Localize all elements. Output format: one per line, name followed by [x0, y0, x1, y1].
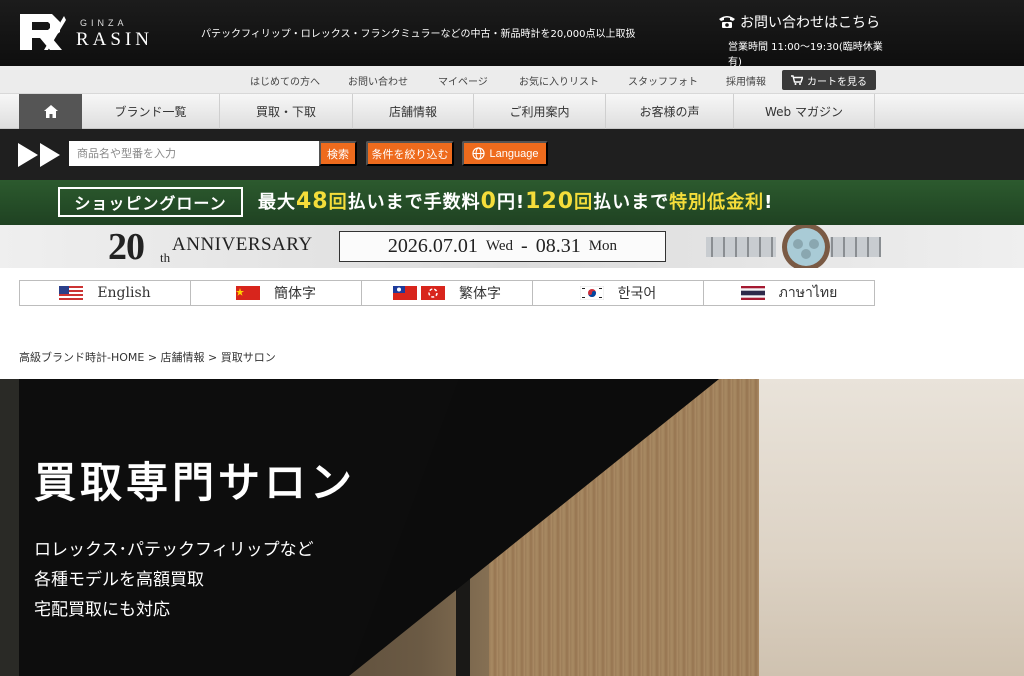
nav-home-button[interactable] [19, 94, 82, 129]
lang-thai-label: ภาษาไทย [778, 285, 838, 301]
nav-item-buyback[interactable]: 買取・下取 [219, 94, 352, 129]
util-link-mypage[interactable]: マイページ [438, 73, 488, 88]
util-link-staff-photo[interactable]: スタッフフォト [628, 73, 698, 88]
contact-label: お問い合わせはこちら [740, 15, 880, 31]
lang-simplified-label: 簡体字 [274, 286, 316, 302]
cart-label: カートを見る [807, 76, 867, 88]
anniversary-number: 20 [108, 226, 145, 268]
hongkong-flag-icon [421, 286, 445, 300]
business-hours: 営業時間 11:00～19:30(臨時休業有) [728, 42, 883, 68]
globe-icon [471, 147, 485, 160]
util-link-contact[interactable]: お問い合わせ [348, 73, 408, 88]
logo-brand-text: RASIN [76, 29, 154, 50]
breadcrumb[interactable]: 高級ブランド時計-HOME > 店舗情報 > 買取サロン [19, 349, 276, 365]
lang-english[interactable]: English [20, 281, 190, 305]
language-label: Language [489, 147, 539, 160]
korea-flag-icon [579, 286, 604, 300]
double-arrow-icon [18, 143, 60, 167]
lang-traditional-chinese[interactable]: 繁体字 [361, 281, 532, 305]
filter-button[interactable]: 条件を絞り込む [366, 141, 454, 166]
site-header: GINZA RASIN パテックフィリップ・ロレックス・フランクミュラーなどの中… [0, 0, 1024, 68]
thailand-flag-icon [740, 286, 765, 300]
logo-mark-icon [20, 14, 66, 50]
cart-icon [791, 75, 803, 85]
search-bar: 検索 条件を絞り込む Language [0, 129, 1024, 180]
anniversary-banner[interactable]: 20 th ANNIVERSARY 2026.07.01 Wed -08.31 Mon [0, 225, 1024, 268]
home-icon [43, 105, 58, 118]
lang-english-label: English [97, 285, 151, 301]
anniversary-word: ANNIVERSARY [172, 234, 313, 255]
nav-item-magazine[interactable]: Web マガジン [733, 94, 875, 129]
shopping-loan-banner[interactable]: ショッピングローン 最大48回払いまで手数料0円!120回払いまで特別低金利! [0, 180, 1024, 225]
logo-small-text: GINZA [80, 18, 128, 28]
lang-korean-label: 한국어 [617, 286, 657, 302]
hero-subtitle: ロレックス･パテックフィリップなど 各種モデルを高額買取 宅配買取にも対応 [34, 535, 314, 625]
site-logo[interactable]: GINZA RASIN [18, 12, 178, 54]
nav-item-stores[interactable]: 店舗情報 [352, 94, 473, 129]
util-link-favorites[interactable]: お気に入りリスト [519, 73, 599, 88]
lang-thai[interactable]: ภาษาไทย [703, 281, 874, 305]
nav-item-guide[interactable]: ご利用案内 [473, 94, 605, 129]
phone-icon [719, 16, 735, 28]
nav-item-brands[interactable]: ブランド一覧 [82, 94, 219, 129]
lang-traditional-label: 繁体字 [459, 286, 501, 302]
watch-image-icon [706, 225, 881, 268]
search-input[interactable] [69, 141, 319, 166]
hero-left-edge [0, 379, 19, 676]
util-link-beginners[interactable]: はじめての方へ [250, 73, 320, 88]
anniversary-suffix: th [160, 250, 171, 265]
util-link-recruit[interactable]: 採用情報 [726, 73, 766, 88]
taiwan-flag-icon [393, 286, 417, 300]
us-flag-icon [59, 286, 84, 300]
language-selector: English 簡体字 繁体字 한국어 ภาษาไทย [19, 280, 875, 306]
anniversary-period: 2026.07.01 Wed -08.31 Mon [339, 231, 666, 262]
search-button[interactable]: 検索 [319, 141, 357, 166]
nav-item-reviews[interactable]: お客様の声 [605, 94, 733, 129]
contact-block: お問い合わせはこちら 営業時間 11:00～19:30(臨時休業有) [718, 12, 888, 68]
hero-line-3: 宅配買取にも対応 [34, 600, 170, 620]
contact-link[interactable]: お問い合わせはこちら [718, 12, 888, 32]
hero-title: 買取専門サロン [34, 458, 357, 507]
lang-korean[interactable]: 한국어 [532, 281, 703, 305]
view-cart-button[interactable]: カートを見る [782, 70, 876, 90]
flag-pair [393, 286, 445, 300]
hero-dark-overlay [19, 379, 719, 676]
loan-box-label: ショッピングローン [58, 187, 243, 217]
header-tagline: パテックフィリップ・ロレックス・フランクミュラーなどの中古・新品時計を20,00… [201, 29, 636, 40]
language-button[interactable]: Language [462, 141, 548, 166]
hero-line-1: ロレックス･パテックフィリップなど [34, 540, 314, 560]
hero-banner: 買取専門サロン ロレックス･パテックフィリップなど 各種モデルを高額買取 宅配買… [19, 379, 1024, 676]
main-nav: ブランド一覧 買取・下取 店舗情報 ご利用案内 お客様の声 Web マガジン [0, 94, 1024, 129]
loan-message: 最大48回払いまで手数料0円!120回払いまで特別低金利! [258, 189, 774, 214]
hero-line-2: 各種モデルを高額買取 [34, 570, 204, 590]
lang-simplified-chinese[interactable]: 簡体字 [190, 281, 361, 305]
utility-nav: はじめての方へ お問い合わせ マイページ お気に入りリスト スタッフフォト 採用… [0, 66, 1024, 94]
china-flag-icon [236, 286, 260, 300]
